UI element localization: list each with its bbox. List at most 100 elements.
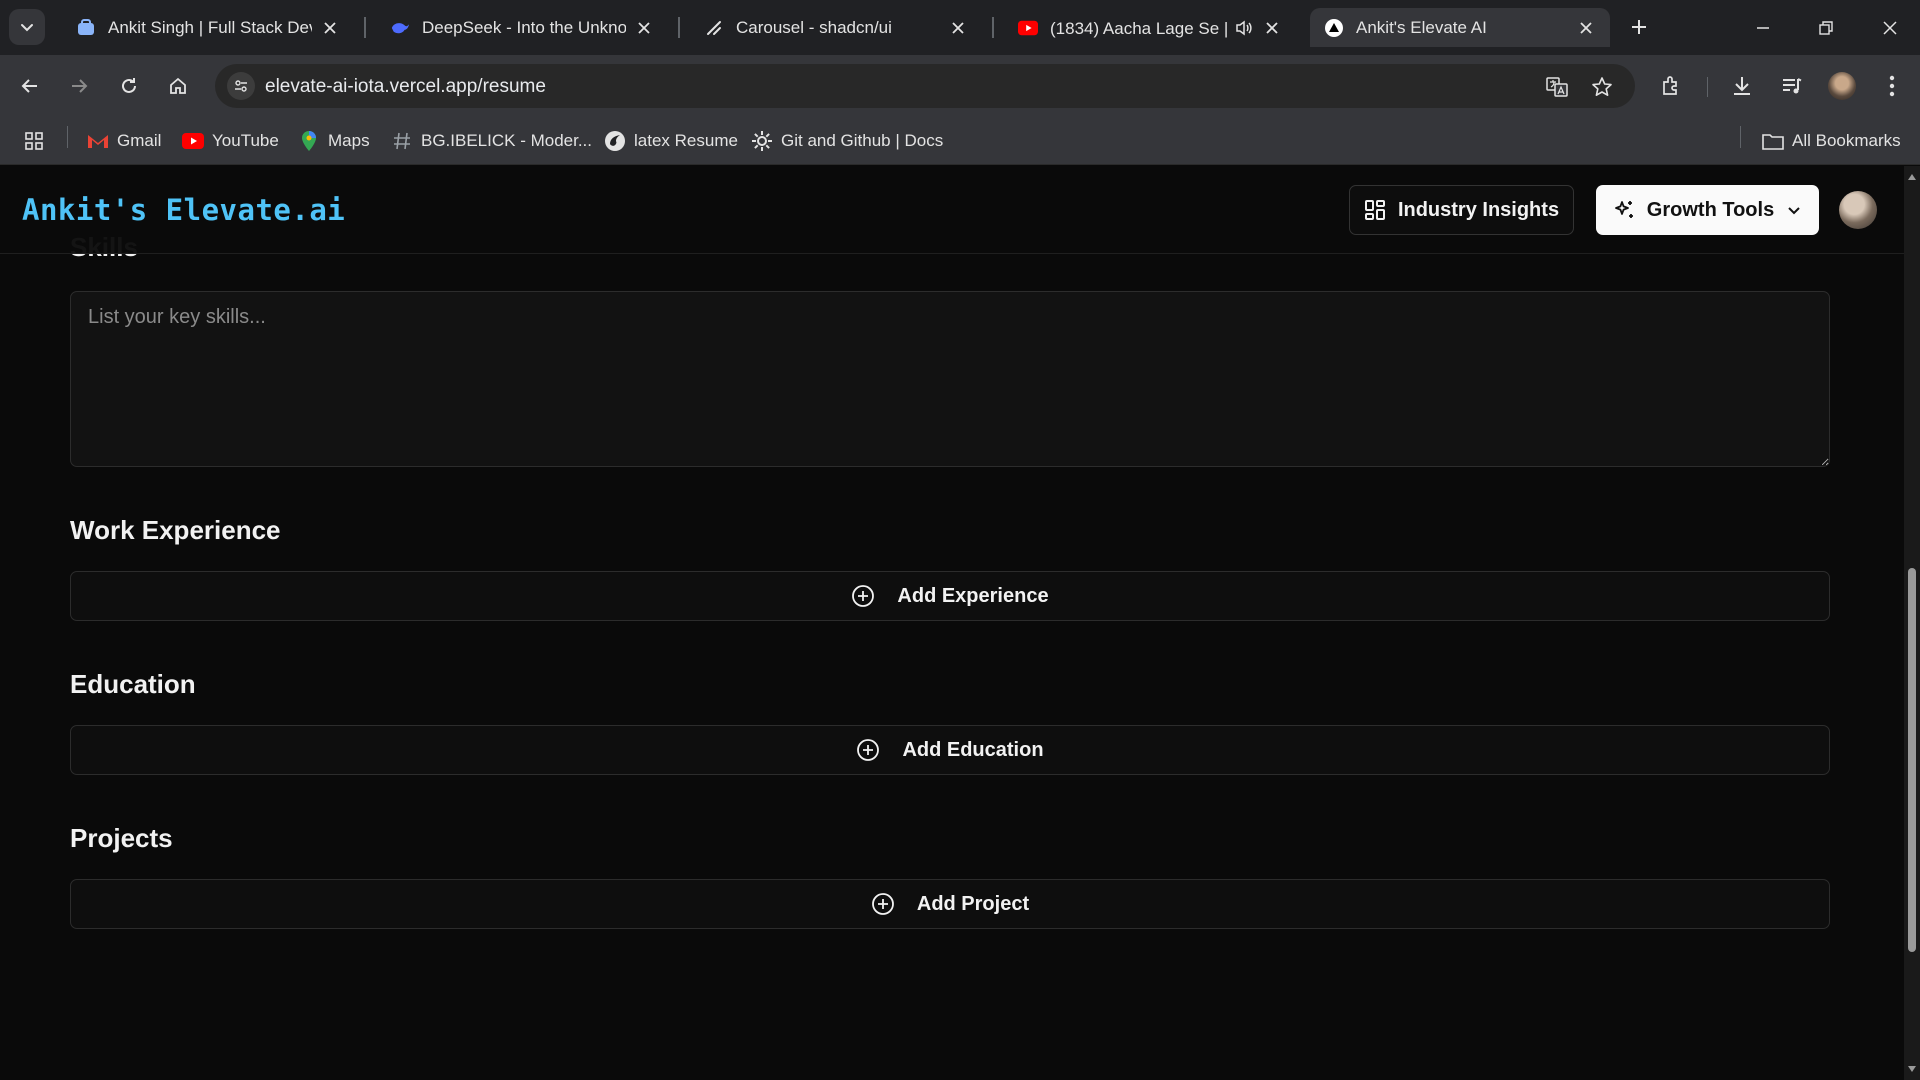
arrow-right-icon [72,79,88,93]
minimize-button[interactable] [1743,8,1783,48]
all-bookmarks-label: All Bookmarks [1792,131,1901,150]
reload-button[interactable] [114,71,144,101]
gear-icon [751,130,773,152]
scroll-up-arrow-icon[interactable] [1907,172,1917,182]
deepseek-whale-icon [390,18,410,38]
growth-tools-label: Growth Tools [1646,198,1775,221]
add-project-label: Add Project [916,892,1030,915]
site-settings-icon[interactable] [227,72,255,100]
bookmarks-separator [67,126,68,148]
apps-grid-icon [23,130,45,152]
reload-icon [122,78,136,93]
youtube-icon [182,130,204,152]
portfolio-favicon-icon [76,18,96,38]
toolbar-separator [1707,77,1708,97]
tab-elevate-ai[interactable]: Ankit's Elevate AI [1310,8,1610,47]
kebab-menu-icon[interactable] [1877,71,1907,101]
circle-plus-icon [856,738,880,762]
triangle-icon [1324,18,1344,38]
tab-search-button[interactable] [9,9,45,45]
restore-icon [1819,21,1833,35]
arrow-left-icon [21,79,37,93]
tab-deepseek[interactable]: DeepSeek - Into the Unknown [376,8,668,47]
app-logo[interactable]: Ankit's Elevate.ai [22,193,345,227]
bookmark-label: latex Resume [634,131,738,150]
bookmark-git-github-docs[interactable]: Git and Github | Docs [751,127,943,155]
chevron-down-icon [1786,202,1802,218]
page-scrollbar[interactable] [1904,166,1920,1080]
tab-shadcn-carousel[interactable]: Carousel - shadcn/ui [690,8,982,47]
tab-separator [992,17,994,38]
bookmark-youtube[interactable]: YouTube [182,127,279,155]
address-bar[interactable]: elevate-ai-iota.vercel.app/resume [215,64,1635,108]
new-tab-button[interactable] [1624,12,1654,42]
extensions-puzzle-icon[interactable] [1657,71,1687,101]
back-button[interactable] [15,71,45,101]
youtube-icon [1018,18,1038,38]
projects-title: Projects [70,823,173,853]
circle-plus-icon [871,892,895,916]
apps-grid-button[interactable] [23,127,53,155]
user-avatar[interactable] [1839,191,1877,229]
close-icon[interactable] [1576,18,1596,38]
close-icon[interactable] [320,18,340,38]
layout-dashboard-icon [1364,199,1386,221]
home-button[interactable] [163,71,193,101]
add-education-label: Add Education [902,738,1044,761]
overleaf-icon [604,130,626,152]
work-experience-title: Work Experience [70,515,281,545]
add-education-button[interactable]: Add Education [70,725,1830,775]
industry-insights-label: Industry Insights [1397,198,1560,221]
add-experience-button[interactable]: Add Experience [70,571,1830,621]
bookmark-label: Gmail [117,131,162,150]
tab-separator [364,17,366,38]
translate-icon[interactable] [1544,74,1570,100]
tab-ankit-portfolio[interactable]: Ankit Singh | Full Stack Develo [62,8,354,47]
bookmark-gmail[interactable]: Gmail [87,127,161,155]
education-title: Education [70,669,196,699]
tab-youtube-song[interactable]: (1834) Aacha Lage Se | अ [1004,8,1296,47]
browser-toolbar: elevate-ai-iota.vercel.app/resume [0,55,1920,117]
hash-icon [391,130,413,152]
forward-button[interactable] [64,71,94,101]
maps-pin-icon [298,130,320,152]
tab-separator [678,17,680,38]
home-icon [170,77,186,94]
resume-page: Ankit's Elevate.ai Industry Insights Gro… [0,166,1904,1080]
bookmarks-bar: Gmail YouTube Maps BG.IBELICK - Moder...… [0,117,1920,165]
tab-title: Ankit's Elevate AI [1356,17,1487,37]
bookmark-label: BG.IBELICK - Moder... [421,131,593,150]
bookmarks-separator [1740,126,1741,148]
tab-title: Ankit Singh | Full Stack Develo [108,17,312,37]
chevron-down-icon [21,24,33,32]
media-queue-icon[interactable] [1777,71,1807,101]
profile-avatar[interactable] [1827,71,1857,101]
close-icon[interactable] [634,18,654,38]
download-icon[interactable] [1727,71,1757,101]
growth-tools-dropdown[interactable]: Growth Tools [1596,185,1819,235]
add-project-button[interactable]: Add Project [70,879,1830,929]
gmail-icon [87,130,109,152]
scroll-down-arrow-icon[interactable] [1907,1064,1917,1074]
circle-plus-icon [851,584,875,608]
minimize-icon [1757,27,1769,29]
bookmark-bg-ibelick[interactable]: BG.IBELICK - Moder... [391,127,592,155]
plus-icon [1632,20,1646,34]
skills-textarea[interactable] [70,291,1830,467]
close-icon[interactable] [948,18,968,38]
speaker-icon[interactable] [1234,18,1254,38]
industry-insights-button[interactable]: Industry Insights [1349,185,1574,235]
scrollbar-thumb[interactable] [1908,568,1916,952]
folder-icon [1762,130,1784,152]
all-bookmarks-button[interactable]: All Bookmarks [1762,127,1901,155]
bookmark-star-icon[interactable] [1589,74,1615,100]
tab-title: Carousel - shadcn/ui [736,17,892,37]
close-window-button[interactable] [1870,8,1910,48]
close-icon[interactable] [1262,18,1282,38]
app-header: Ankit's Elevate.ai Industry Insights Gro… [0,166,1904,254]
bookmark-latex-resume[interactable]: latex Resume [604,127,738,155]
bookmark-label: YouTube [212,131,279,150]
url-text[interactable]: elevate-ai-iota.vercel.app/resume [265,76,546,98]
restore-button[interactable] [1806,8,1846,48]
bookmark-maps[interactable]: Maps [298,127,370,155]
